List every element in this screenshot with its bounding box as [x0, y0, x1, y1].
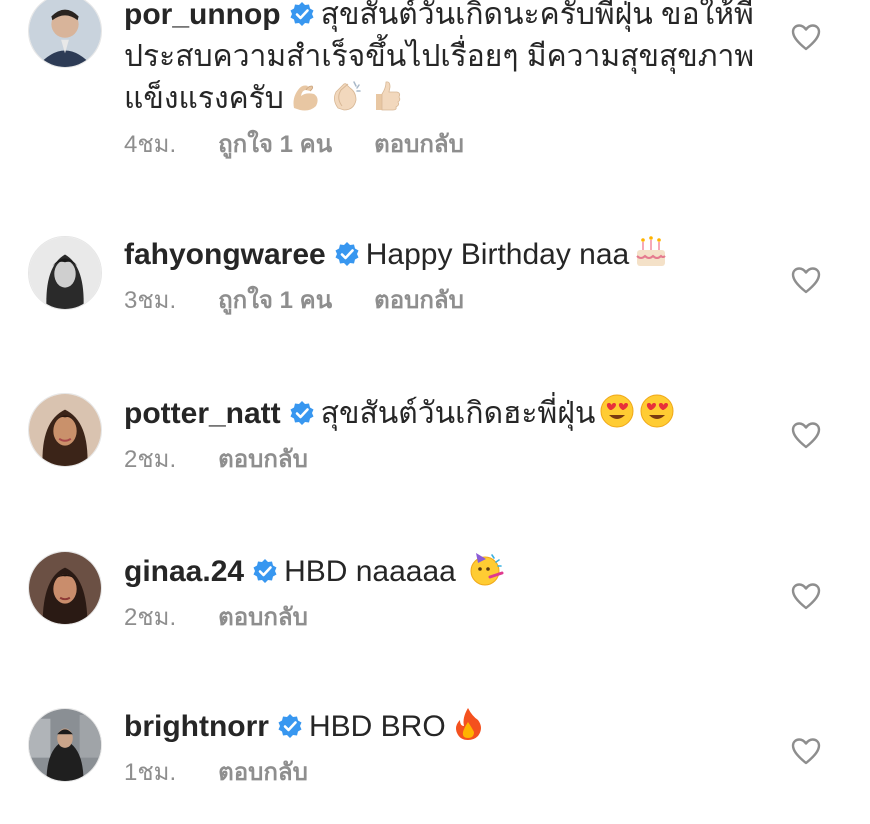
comment-username[interactable]: por_unnop: [124, 0, 281, 31]
comment-meta: 2ชม. ตอบกลับ: [124, 445, 764, 475]
comment-body: HBD BRO: [308, 710, 446, 743]
heart-eyes-icon: [599, 393, 635, 429]
comment-username[interactable]: fahyongwaree: [124, 238, 326, 271]
comment-meta: 1ชม. ตอบกลับ: [124, 758, 764, 788]
comment-text-block: ginaa.24 HBD naaaaa: [124, 551, 764, 593]
partying-face-icon: [468, 551, 504, 587]
comment-username[interactable]: potter_natt: [124, 397, 281, 430]
comment-time: 1ชม.: [124, 759, 177, 786]
comment-meta: 3ชม. ถูกใจ 1 คน ตอบกลับ: [124, 286, 764, 316]
flexed-biceps-icon: [288, 78, 324, 114]
comment-text-block: potter_natt สุขสันต์วันเกิดฮะพี่ฝุ่น: [124, 393, 764, 435]
fire-icon: [450, 706, 486, 742]
reply-button[interactable]: ตอบกลับ: [218, 758, 308, 788]
comment-meta: 2ชม. ตอบกลับ: [124, 603, 764, 633]
avatar[interactable]: [28, 236, 102, 310]
verified-badge-icon: [289, 400, 315, 426]
avatar[interactable]: [28, 0, 102, 68]
avatar[interactable]: [28, 393, 102, 467]
reply-button[interactable]: ตอบกลับ: [218, 603, 308, 633]
reply-button[interactable]: ตอบกลับ: [218, 445, 308, 475]
avatar[interactable]: [28, 551, 102, 625]
comment-meta: 4ชม. ถูกใจ 1 คน ตอบกลับ: [124, 130, 764, 160]
clapping-hands-icon: [328, 78, 364, 114]
birthday-cake-icon: [633, 234, 669, 270]
comment-body: HBD naaaaa: [284, 555, 456, 588]
comment-body: สุขสันต์วันเกิดฮะพี่ฝุ่น: [320, 397, 596, 430]
likes-count[interactable]: ถูกใจ 1 คน: [218, 130, 332, 160]
comment-text-block: brightnorr HBD BRO: [124, 706, 764, 748]
like-heart-icon[interactable]: [790, 581, 822, 611]
reply-button[interactable]: ตอบกลับ: [374, 286, 464, 316]
comment-time: 2ชม.: [124, 604, 177, 631]
comment-username[interactable]: ginaa.24: [124, 555, 244, 588]
comment-text-block: por_unnop สุขสันต์วันเกิดนะครับพี่ฝุ่น ขอ…: [124, 0, 764, 120]
reply-button[interactable]: ตอบกลับ: [374, 130, 464, 160]
thumbs-up-icon: [368, 78, 404, 114]
avatar[interactable]: [28, 708, 102, 782]
verified-badge-icon: [334, 241, 360, 267]
like-heart-icon[interactable]: [790, 22, 822, 52]
comment-username[interactable]: brightnorr: [124, 710, 269, 743]
comment-time: 2ชม.: [124, 446, 177, 473]
verified-badge-icon: [277, 713, 303, 739]
like-heart-icon[interactable]: [790, 736, 822, 766]
comment-body: Happy Birthday naa: [365, 238, 630, 271]
comment-time: 4ชม.: [124, 131, 177, 158]
verified-badge-icon: [289, 1, 315, 27]
comment-text-block: fahyongwaree Happy Birthday naa: [124, 234, 764, 276]
heart-eyes-icon: [639, 393, 675, 429]
like-heart-icon[interactable]: [790, 420, 822, 450]
like-heart-icon[interactable]: [790, 265, 822, 295]
likes-count[interactable]: ถูกใจ 1 คน: [218, 286, 332, 316]
comment-time: 3ชม.: [124, 287, 177, 314]
verified-badge-icon: [252, 558, 278, 584]
